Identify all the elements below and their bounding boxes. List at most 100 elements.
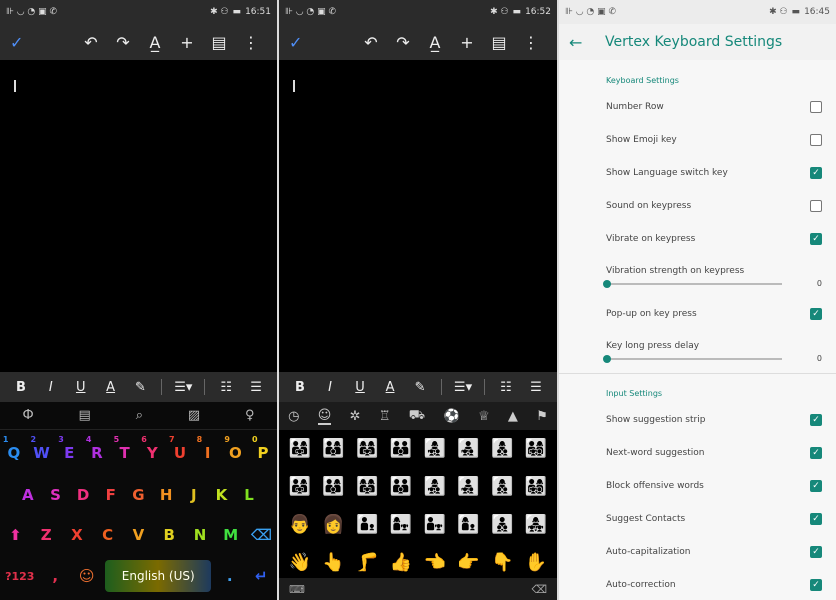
comment-icon[interactable]: ▤ [203, 33, 235, 52]
key-g[interactable]: G [125, 486, 151, 504]
recent-category-icon[interactable]: ◷ [288, 409, 299, 424]
key-p[interactable]: 0P [250, 435, 276, 462]
bullet-list-icon[interactable]: ☷ [491, 380, 521, 395]
keyboard-switch-icon[interactable]: ⌨ [289, 583, 305, 596]
block-offensive-words-checkbox[interactable]: ✓ [810, 480, 822, 492]
emoji-item[interactable]: ✋ [519, 552, 553, 578]
show-lang-switch-checkbox[interactable]: ✓ [810, 167, 822, 179]
emoji-item[interactable]: 👨‍👩‍👧‍👦 [519, 476, 553, 514]
key-k[interactable]: K [208, 486, 234, 504]
enter-key[interactable]: ↵ [248, 567, 274, 585]
nature-category-icon[interactable]: ✲ [350, 409, 361, 424]
activity-category-icon[interactable]: ⚽ [443, 409, 459, 424]
emoji-item[interactable]: 👩‍👩‍👧 [351, 438, 385, 476]
italic-button[interactable]: I [36, 380, 66, 395]
bold-button[interactable]: B [6, 380, 36, 395]
numbered-list-icon[interactable]: ☰ [241, 380, 271, 395]
show-emoji-key-checkbox[interactable] [810, 134, 822, 146]
text-color-button[interactable]: A [375, 380, 405, 395]
emoji-item[interactable]: 👨‍👦‍👦 [486, 514, 520, 552]
search-icon[interactable]: ⌕ [136, 408, 143, 423]
emoji-item[interactable]: 👩‍👦‍👦 [486, 476, 520, 514]
key-j[interactable]: J [181, 486, 207, 504]
pref-sound-on-keypress[interactable]: Sound on keypress [606, 200, 822, 212]
done-check-icon[interactable]: ✓ [289, 33, 302, 52]
emoji-item[interactable]: 👨‍👧‍👦 [452, 476, 486, 514]
auto-capitalization-checkbox[interactable]: ✓ [810, 546, 822, 558]
key-r[interactable]: 4R [84, 435, 110, 462]
emoji-item[interactable]: 👇 [486, 552, 520, 578]
auto-correction-checkbox[interactable]: ✓ [810, 579, 822, 591]
key-i[interactable]: 8I [195, 435, 221, 462]
slider-knob[interactable] [603, 355, 611, 363]
key-q[interactable]: 1Q [1, 435, 27, 462]
long-press-delay-slider[interactable] [603, 355, 782, 363]
emoji-item[interactable]: 👨‍👨‍👦 [384, 476, 418, 514]
emoji-item[interactable]: 👈 [418, 552, 452, 578]
insert-plus-icon[interactable]: + [451, 33, 483, 52]
pref-popup-on-key-press[interactable]: Pop-up on key press ✓ [606, 308, 822, 320]
underline-button[interactable]: U [345, 380, 375, 395]
pref-auto-capitalization[interactable]: Auto-capitalization ✓ [606, 546, 822, 558]
emoji-item[interactable]: 👩‍👧‍👦 [418, 476, 452, 514]
pref-number-row[interactable]: Number Row [606, 101, 822, 113]
key-t[interactable]: 5T [112, 435, 138, 462]
pref-show-lang-switch[interactable]: Show Language switch key ✓ [606, 167, 822, 179]
symbols-key[interactable]: ?123 [3, 570, 37, 583]
microphone-icon[interactable]: ♀ [245, 408, 255, 423]
emoji-item[interactable]: 👨‍👩‍👧‍👦 [519, 438, 553, 476]
emoji-item[interactable]: 👨‍👩‍👦 [317, 438, 351, 476]
italic-button[interactable]: I [315, 380, 345, 395]
more-options-icon[interactable]: ⋮ [515, 33, 547, 52]
next-word-suggestion-checkbox[interactable]: ✓ [810, 447, 822, 459]
backspace-icon[interactable]: ⌫ [531, 583, 547, 596]
emoji-item[interactable]: 👩‍👧 [384, 514, 418, 552]
emoji-item[interactable]: 👩‍👧‍👧 [519, 514, 553, 552]
objects-category-icon[interactable]: ♕ [478, 409, 490, 424]
number-row-checkbox[interactable] [810, 101, 822, 113]
comma-key[interactable]: , [42, 567, 68, 585]
more-options-icon[interactable]: ⋮ [235, 33, 267, 52]
emoji-item[interactable]: 🦵 [351, 552, 385, 578]
popup-on-key-press-checkbox[interactable]: ✓ [810, 308, 822, 320]
spacebar[interactable]: English (US) [105, 560, 212, 592]
emoji-item[interactable]: 👋 [283, 552, 317, 578]
food-category-icon[interactable]: ♖ [379, 409, 391, 424]
symbols-category-icon[interactable]: ▲ [508, 409, 518, 424]
text-format-icon[interactable]: A̲ [419, 33, 451, 52]
text-format-icon[interactable]: A̲ [139, 33, 171, 52]
emoji-item[interactable]: 👩‍👩‍👧 [351, 476, 385, 514]
key-o[interactable]: 9O [222, 435, 248, 462]
key-y[interactable]: 6Y [139, 435, 165, 462]
key-v[interactable]: V [125, 526, 151, 544]
emoji-item[interactable]: 👆 [317, 552, 351, 578]
translate-icon[interactable]: Ф [22, 408, 33, 423]
vibrate-on-keypress-checkbox[interactable]: ✓ [810, 233, 822, 245]
key-d[interactable]: D [70, 486, 96, 504]
done-check-icon[interactable]: ✓ [10, 33, 23, 52]
emoji-item[interactable]: 👨 [283, 514, 317, 552]
key-h[interactable]: H [153, 486, 179, 504]
align-dropdown-icon[interactable]: ☰▾ [448, 380, 478, 395]
slider-knob[interactable] [603, 280, 611, 288]
key-u[interactable]: 7U [167, 435, 193, 462]
bold-button[interactable]: B [285, 380, 315, 395]
period-key[interactable]: . [217, 567, 243, 585]
emoji-item[interactable]: 👨‍👩‍👦 [317, 476, 351, 514]
highlight-icon[interactable]: ✎ [126, 380, 156, 395]
pref-show-emoji-key[interactable]: Show Emoji key [606, 134, 822, 146]
underline-button[interactable]: U [66, 380, 96, 395]
key-z[interactable]: Z [33, 526, 59, 544]
backspace-key[interactable]: ⌫ [249, 526, 275, 544]
travel-category-icon[interactable]: ⛟ [409, 408, 425, 425]
smileys-category-icon[interactable]: ☺ [317, 408, 332, 425]
comment-icon[interactable]: ▤ [483, 33, 515, 52]
key-s[interactable]: S [42, 486, 68, 504]
pref-vibrate-on-keypress[interactable]: Vibrate on keypress ✓ [606, 233, 822, 245]
emoji-item[interactable]: 👨‍👩‍👧 [283, 438, 317, 476]
key-l[interactable]: L [236, 486, 262, 504]
key-b[interactable]: B [156, 526, 182, 544]
key-c[interactable]: C [95, 526, 121, 544]
emoji-item[interactable]: 👍 [384, 552, 418, 578]
flags-category-icon[interactable]: ⚑ [536, 409, 548, 424]
